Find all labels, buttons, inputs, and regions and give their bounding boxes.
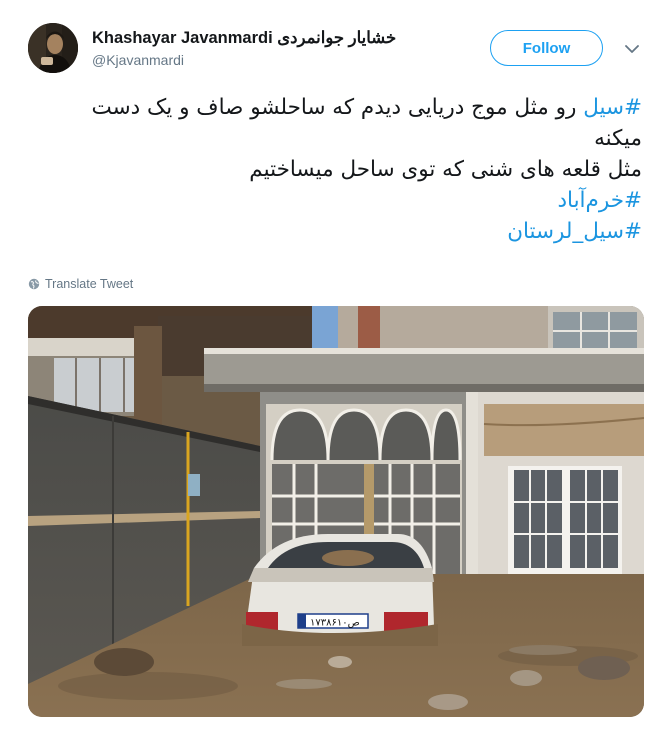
tweet-text-line: #خرم‌آباد	[26, 185, 642, 216]
chevron-down-icon[interactable]	[623, 40, 641, 58]
tweet-text-segment: میکنه	[594, 126, 642, 151]
hashtag-link[interactable]: #سیل_لرستان	[507, 219, 642, 244]
display-name[interactable]: Khashayar Javanmardi خشایار جوانمردی	[92, 28, 396, 48]
avatar-image	[28, 23, 78, 73]
tweet-photo[interactable]: ۱۷ص۳۸۶۱۰	[28, 306, 644, 717]
license-plate-text: ۱۷ص۳۸۶۱۰	[310, 618, 360, 629]
tweet-text-line: میکنه	[26, 123, 642, 154]
avatar[interactable]	[28, 23, 78, 73]
translate-label: Translate Tweet	[45, 277, 134, 291]
user-handle[interactable]: @Kjavanmardi	[92, 52, 184, 68]
flood-scene-image: ۱۷ص۳۸۶۱۰	[28, 306, 644, 717]
follow-button[interactable]: Follow	[490, 30, 603, 66]
tweet-text-line: مثل قلعه های شنی که توی ساحل میساختیم	[26, 154, 642, 185]
hashtag-link[interactable]: #خرم‌آباد	[557, 188, 642, 213]
tweet-text-segment: مثل قلعه های شنی که توی ساحل میساختیم	[249, 157, 642, 182]
translate-tweet-link[interactable]: Translate Tweet	[28, 277, 133, 291]
tweet-text: #سیل رو مثل موج دریایی دیدم که ساحلشو صا…	[26, 92, 642, 247]
tweet-text-line: #سیل رو مثل موج دریایی دیدم که ساحلشو صا…	[26, 92, 642, 123]
hashtag-link[interactable]: #سیل	[583, 95, 642, 120]
tweet-text-line: #سیل_لرستان	[26, 216, 642, 247]
tweet-card: Khashayar Javanmardi خشایار جوانمردی @Kj…	[0, 0, 672, 729]
globe-icon	[28, 278, 40, 290]
tweet-text-segment: رو مثل موج دریایی دیدم که ساحلشو صاف و ی…	[91, 95, 584, 120]
